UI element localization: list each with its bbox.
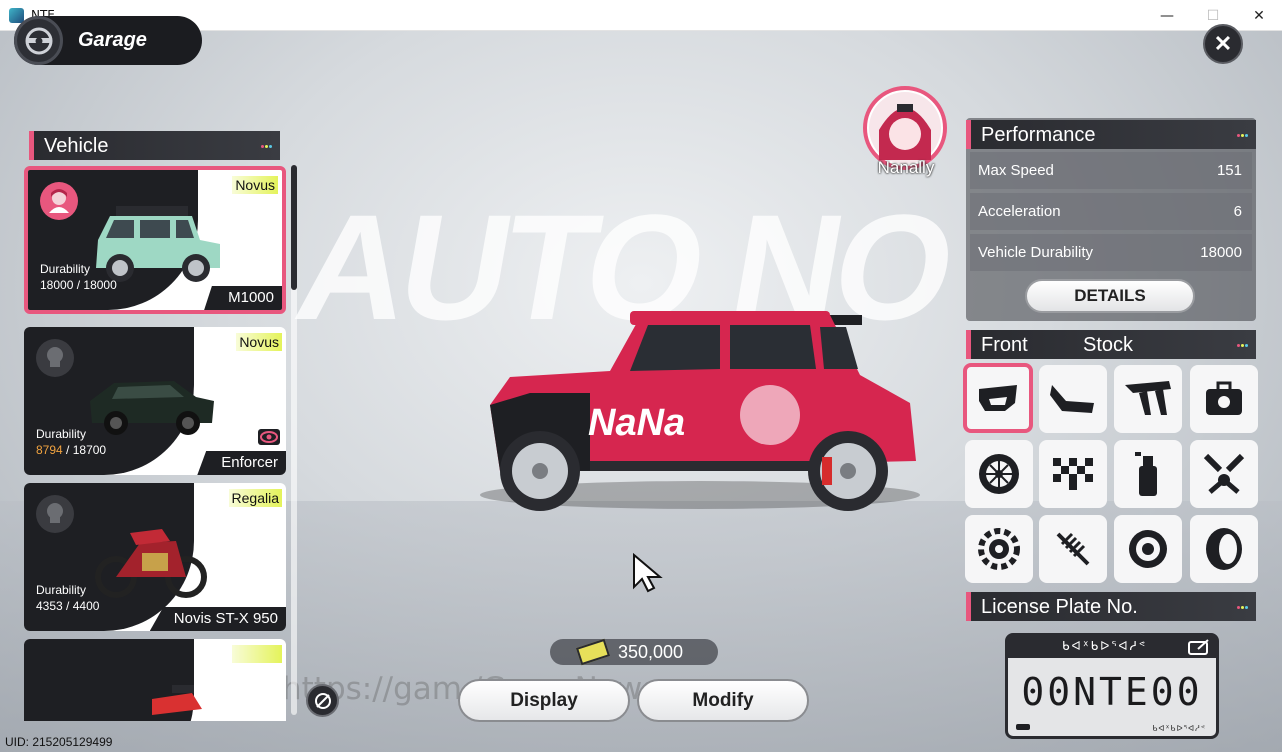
vehicle-card-novis[interactable]: Regalia Durability 4353 / 4400 Novis ST-…	[24, 483, 286, 631]
details-button[interactable]: DETAILS	[1025, 279, 1195, 313]
license-plate-title: License Plate No.	[981, 596, 1138, 618]
pilot-avatar-icon	[40, 182, 78, 220]
durability-value: 8794 / 18700	[36, 443, 107, 457]
vehicle-list: Novus Durability 18000 / 18000 M1000 Nov…	[24, 134, 286, 721]
brand-badge	[232, 645, 282, 663]
plate-bottom-code: ᑲᐊᕁᑲᐅᕐᐊᓱᕝ	[1152, 724, 1206, 733]
brake-disc-icon[interactable]	[1114, 515, 1182, 583]
minimize-button[interactable]: —	[1144, 0, 1190, 31]
vehicle-card-m1000[interactable]: Novus Durability 18000 / 18000 M1000	[24, 166, 286, 314]
currency-display: 350,000	[550, 638, 718, 666]
part-variant: Stock	[1083, 334, 1134, 356]
spoiler-icon[interactable]	[1114, 365, 1182, 433]
showcase-car[interactable]: NaNa	[470, 285, 930, 525]
plate-indicator	[1016, 724, 1030, 730]
pilot-name: Nanally	[877, 158, 935, 177]
stat-row: Acceleration 6	[970, 193, 1252, 230]
durability-label: Durability	[36, 427, 87, 441]
sedan-car-icon	[90, 381, 214, 435]
stat-row: Vehicle Durability 18000	[970, 234, 1252, 271]
toolkit-icon[interactable]	[1190, 365, 1258, 433]
checkered-flag-icon[interactable]	[1039, 440, 1107, 508]
parts-header: Front Stock	[966, 330, 1256, 359]
locked-pilot-icon	[36, 495, 74, 533]
plate-number: 00NTE00	[1021, 670, 1203, 714]
license-plate-header: License Plate No.	[966, 592, 1256, 621]
durability-value: 4353 / 4400	[36, 599, 100, 613]
locked-pilot-icon	[36, 339, 74, 377]
vehicle-list-scroll-thumb[interactable]	[291, 165, 297, 290]
part-category: Front	[981, 334, 1028, 356]
hide-ui-button[interactable]	[306, 684, 339, 717]
ticket-icon	[575, 638, 611, 666]
mini-car-icon	[96, 206, 220, 282]
brand-badge: Novus	[232, 176, 278, 194]
motorcycle-icon	[95, 529, 207, 598]
suspension-spring-icon[interactable]	[1039, 515, 1107, 583]
tire-icon[interactable]	[1190, 515, 1258, 583]
edit-plate-icon[interactable]	[1188, 639, 1210, 655]
spray-paint-icon[interactable]	[1114, 440, 1182, 508]
vehicle-card-scooter[interactable]	[24, 639, 286, 721]
svg-text:NaNa: NaNa	[588, 402, 685, 444]
vehicle-model-name: M1000	[204, 286, 282, 310]
close-garage-button[interactable]: ✕	[1203, 24, 1243, 64]
brand-badge: Novus	[236, 333, 282, 351]
wheel-rim-icon[interactable]	[965, 440, 1033, 508]
user-id: UID: 215205129499	[5, 735, 113, 749]
performance-title: Performance	[981, 124, 1096, 146]
visibility-eye-icon[interactable]	[258, 429, 280, 445]
vehicle-model-name: Novis ST-X 950	[149, 607, 286, 631]
brand-badge: Regalia	[228, 489, 282, 507]
rear-bumper-icon[interactable]	[1039, 365, 1107, 433]
display-button[interactable]: Display	[458, 679, 630, 722]
durability-label: Durability	[40, 262, 91, 276]
engine-piston-icon[interactable]	[1190, 440, 1258, 508]
window-close-button[interactable]: ✕	[1236, 0, 1282, 31]
currency-amount: 350,000	[618, 642, 684, 662]
performance-header: Performance	[966, 120, 1256, 149]
steering-wheel-icon	[14, 16, 63, 65]
plate-top-code: ᑲᐊᕁᑲᐅᕐᐊᓱᕝ	[1062, 639, 1147, 653]
garage-badge: Garage	[14, 16, 202, 65]
hide-ui-icon	[314, 692, 331, 709]
durability-label: Durability	[36, 583, 87, 597]
durability-value: 18000 / 18000	[40, 278, 117, 292]
scooter-icon	[152, 685, 202, 715]
vehicle-card-enforcer[interactable]: Novus Durability 8794 / 18700 Enforcer	[24, 327, 286, 475]
vehicle-model-name: Enforcer	[197, 451, 286, 475]
stat-row: Max Speed 151	[970, 152, 1252, 189]
modify-button[interactable]: Modify	[637, 679, 809, 722]
mouse-cursor-icon	[633, 553, 663, 593]
page-title: Garage	[78, 29, 147, 51]
license-plate[interactable]: ᑲᐊᕁᑲᐅᕐᐊᓱᕝ 00NTE00 ᑲᐊᕁᑲᐅᕐᐊᓱᕝ	[1005, 633, 1219, 739]
front-bumper-icon[interactable]	[963, 363, 1033, 433]
gear-brake-icon[interactable]	[965, 515, 1033, 583]
